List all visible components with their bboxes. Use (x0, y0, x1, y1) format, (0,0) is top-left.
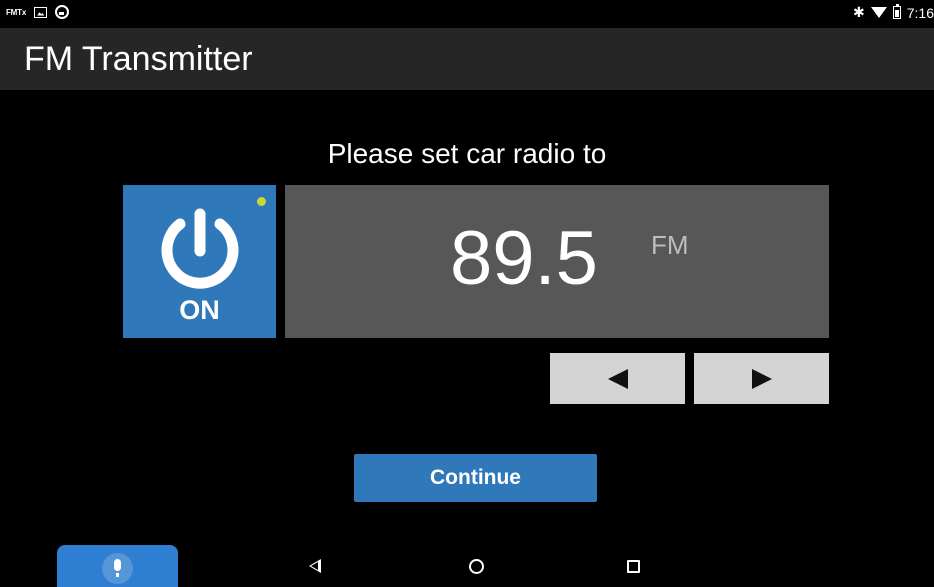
notification-icons: FMTx (6, 5, 70, 19)
frequency-unit: FM (651, 230, 689, 260)
status-bar: FMTx ✱ 7:16 (0, 0, 934, 28)
power-icon (161, 208, 239, 289)
system-icons: ✱ 7:16 (853, 4, 934, 21)
battery-icon (892, 4, 901, 19)
navigation-bar (0, 545, 934, 587)
recents-icon[interactable] (627, 560, 640, 573)
power-state-label: ON (179, 295, 220, 325)
triangle-right-icon (751, 368, 772, 389)
triangle-left-icon (607, 368, 628, 389)
photo-icon (34, 6, 48, 18)
bluetooth-icon: ✱ (853, 4, 865, 20)
power-status-dot (257, 197, 266, 206)
app-title: FM Transmitter (24, 40, 253, 78)
tune-down-button[interactable] (550, 353, 685, 404)
continue-button[interactable]: Continue (354, 454, 597, 502)
steering-wheel-icon (55, 5, 70, 19)
frequency-display: 89.5 FM (285, 185, 829, 338)
power-toggle-button[interactable]: ON (123, 185, 276, 338)
instruction-text: Please set car radio to (327, 138, 607, 169)
frequency-value: 89.5 (450, 216, 598, 301)
app-bar: FM Transmitter (0, 28, 934, 90)
microphone-icon (102, 553, 133, 584)
home-icon[interactable] (469, 559, 484, 574)
status-time: 7:16 (906, 4, 934, 21)
fmtx-icon: FMTx (6, 7, 27, 17)
voice-assist-button[interactable] (57, 545, 178, 587)
wifi-icon (870, 7, 887, 18)
back-icon[interactable] (309, 559, 321, 573)
tune-up-button[interactable] (694, 353, 829, 404)
